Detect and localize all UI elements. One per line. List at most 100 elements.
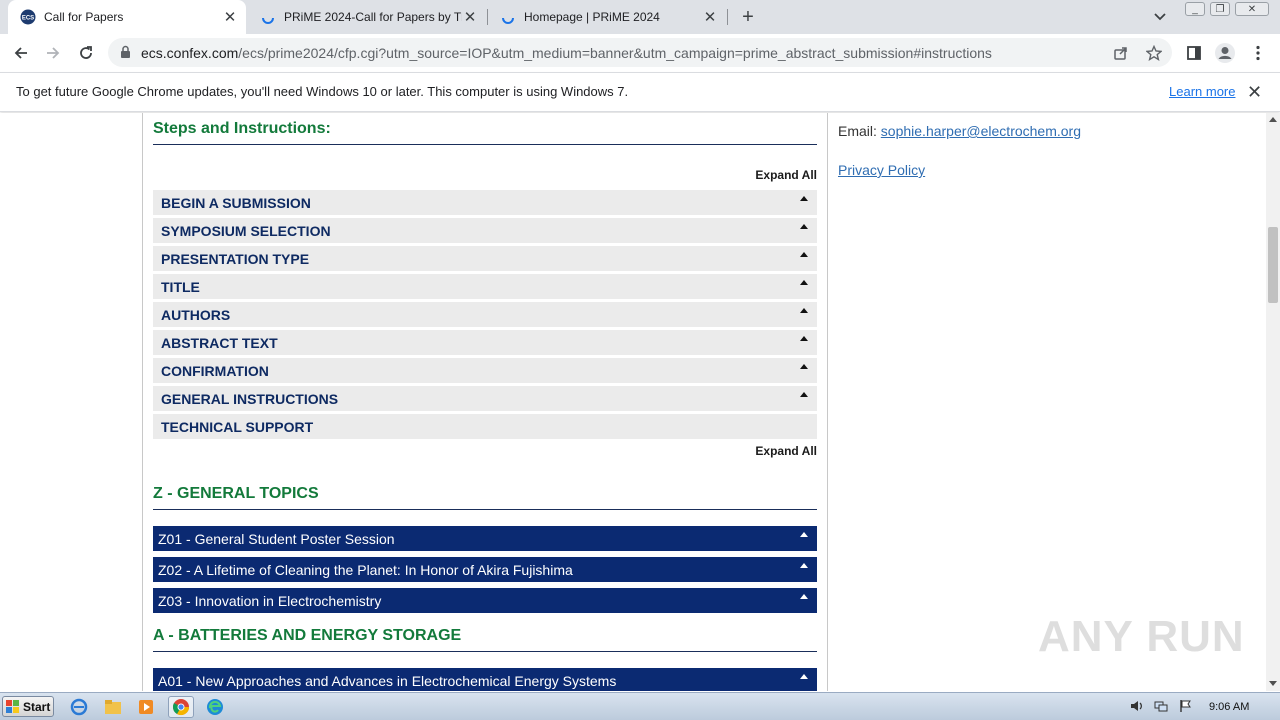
media-player-icon[interactable] [135,696,157,718]
accordion-label: TITLE [161,278,200,295]
anyrun-watermark: ANY RUN [1038,612,1245,661]
email-row: Email: sophie.harper@electrochem.org [838,123,1081,139]
ecs-favicon-icon: ECS [20,9,36,25]
lock-icon[interactable] [120,45,131,64]
collapse-arrow-icon [800,364,808,369]
action-center-flag-icon[interactable] [1178,698,1194,714]
accordion-presentation-type[interactable]: PRESENTATION TYPE [153,246,817,271]
close-window-button[interactable]: ✕ [1235,2,1269,16]
browser-toolbar: ecs.confex.com/ecs/prime2024/cfp.cgi?utm… [0,34,1280,72]
reload-button[interactable] [73,40,99,66]
tab-search-chevron-icon[interactable] [1150,7,1170,27]
tab-prime-call-for-papers[interactable]: PRiME 2024-Call for Papers by The E ✕ [248,0,486,34]
accordion-label: PRESENTATION TYPE [161,250,310,267]
accordion-label: CONFIRMATION [161,362,269,379]
back-button[interactable] [8,40,34,66]
symposium-z03[interactable]: Z03 - Innovation in Electrochemistry [153,588,817,613]
expand-all-link[interactable]: Expand All [153,444,817,458]
collapse-arrow-icon [800,674,808,679]
address-bar[interactable]: ecs.confex.com/ecs/prime2024/cfp.cgi?utm… [108,38,1172,67]
internet-explorer-icon[interactable] [68,696,90,718]
accordion-abstract-text[interactable]: ABSTRACT TEXT [153,330,817,355]
loading-spinner-icon [500,9,516,25]
accordion-begin-submission[interactable]: BEGIN A SUBMISSION [153,190,817,215]
chrome-taskbar-icon[interactable] [168,696,194,718]
collapse-arrow-icon [800,563,808,568]
expand-all-link[interactable]: Expand All [153,168,817,182]
symposium-label: A01 - New Approaches and Advances in Ele… [158,672,617,689]
accordion-label: TECHNICAL SUPPORT [161,418,314,435]
collapse-arrow-icon [800,280,808,285]
accordion-title[interactable]: TITLE [153,274,817,299]
accordion-general-instructions[interactable]: GENERAL INSTRUCTIONS [153,386,817,411]
start-label: Start [23,699,51,714]
file-explorer-icon[interactable] [102,696,124,718]
loading-spinner-icon [260,9,276,25]
bookmark-star-icon[interactable] [1141,40,1167,66]
collapse-arrow-icon [800,594,808,599]
url-host: ecs.confex.com [141,45,239,61]
ecs-favicon-text: ECS [22,16,34,22]
windows-logo-icon [6,699,19,713]
forward-button[interactable] [40,40,66,66]
symposium-z01[interactable]: Z01 - General Student Poster Session [153,526,817,551]
tab-title: PRiME 2024-Call for Papers by The E [284,10,462,24]
collapse-arrow-icon [800,308,808,313]
close-tab-icon[interactable]: ✕ [462,9,478,26]
tab-title: Homepage | PRiME 2024 [524,10,660,24]
left-divider [142,113,143,691]
start-button[interactable]: Start [2,696,54,717]
accordion-authors[interactable]: AUTHORS [153,302,817,327]
symposium-z02[interactable]: Z02 - A Lifetime of Cleaning the Planet:… [153,557,817,582]
windows-taskbar: Start 9:06 AM [0,692,1280,720]
tab-strip: ECS Call for Papers ✕ PRiME 2024-Call fo… [0,0,1280,34]
learn-more-link[interactable]: Learn more [1169,84,1235,99]
collapse-arrow-icon [800,252,808,257]
scrollbar-thumb[interactable] [1268,227,1278,303]
symposium-label: Z02 - A Lifetime of Cleaning the Planet:… [158,561,573,578]
side-panel-icon[interactable] [1181,40,1207,66]
tab-homepage-prime[interactable]: Homepage | PRiME 2024 ✕ [488,0,726,34]
email-link[interactable]: sophie.harper@electrochem.org [881,123,1081,139]
accordion-label: SYMPOSIUM SELECTION [161,222,331,239]
url-text: ecs.confex.com/ecs/prime2024/cfp.cgi?utm… [141,45,992,61]
privacy-policy-link[interactable]: Privacy Policy [838,162,925,178]
general-topics-list: Z01 - General Student Poster Session Z02… [153,526,817,613]
scroll-up-arrow-icon[interactable] [1269,117,1277,122]
restore-button[interactable]: ❐ [1210,2,1230,16]
accordion-label: BEGIN A SUBMISSION [161,194,311,211]
page-scrollbar[interactable] [1266,113,1280,691]
batteries-list: A01 - New Approaches and Advances in Ele… [153,668,817,691]
taskbar-clock[interactable]: 9:06 AM [1209,701,1249,713]
collapse-arrow-icon [800,224,808,229]
volume-icon[interactable] [1129,698,1145,714]
scroll-down-arrow-icon[interactable] [1269,681,1277,686]
tab-call-for-papers[interactable]: ECS Call for Papers ✕ [8,0,246,34]
accordion-label: ABSTRACT TEXT [161,334,278,351]
symposium-a01[interactable]: A01 - New Approaches and Advances in Ele… [153,668,817,691]
network-icon[interactable] [1153,698,1169,714]
close-tab-icon[interactable]: ✕ [702,9,718,26]
collapse-arrow-icon [800,336,808,341]
tab-separator [727,9,728,25]
close-infobar-icon[interactable]: ✕ [1247,82,1262,103]
forward-arrow-icon [47,47,60,59]
accordion-symposium-selection[interactable]: SYMPOSIUM SELECTION [153,218,817,243]
page-content: Steps and Instructions: Expand All BEGIN… [0,113,1266,691]
privacy-row: Privacy Policy [838,162,1081,178]
edge-icon[interactable] [204,696,226,718]
minimize-button[interactable]: _ [1185,2,1205,16]
collapse-arrow-icon [800,196,808,201]
profile-avatar-icon[interactable] [1212,40,1238,66]
more-menu-icon[interactable] [1245,40,1271,66]
accordion-confirmation[interactable]: CONFIRMATION [153,358,817,383]
tab-title: Call for Papers [44,10,124,24]
back-arrow-icon [14,47,27,59]
collapse-arrow-icon [800,532,808,537]
close-tab-icon[interactable]: ✕ [222,9,238,26]
infobar-message: To get future Google Chrome updates, you… [16,84,629,99]
new-tab-button[interactable]: + [736,5,760,29]
share-icon[interactable] [1108,40,1134,66]
main-column: Steps and Instructions: Expand All BEGIN… [153,113,817,691]
accordion-technical-support[interactable]: TECHNICAL SUPPORT [153,414,817,439]
